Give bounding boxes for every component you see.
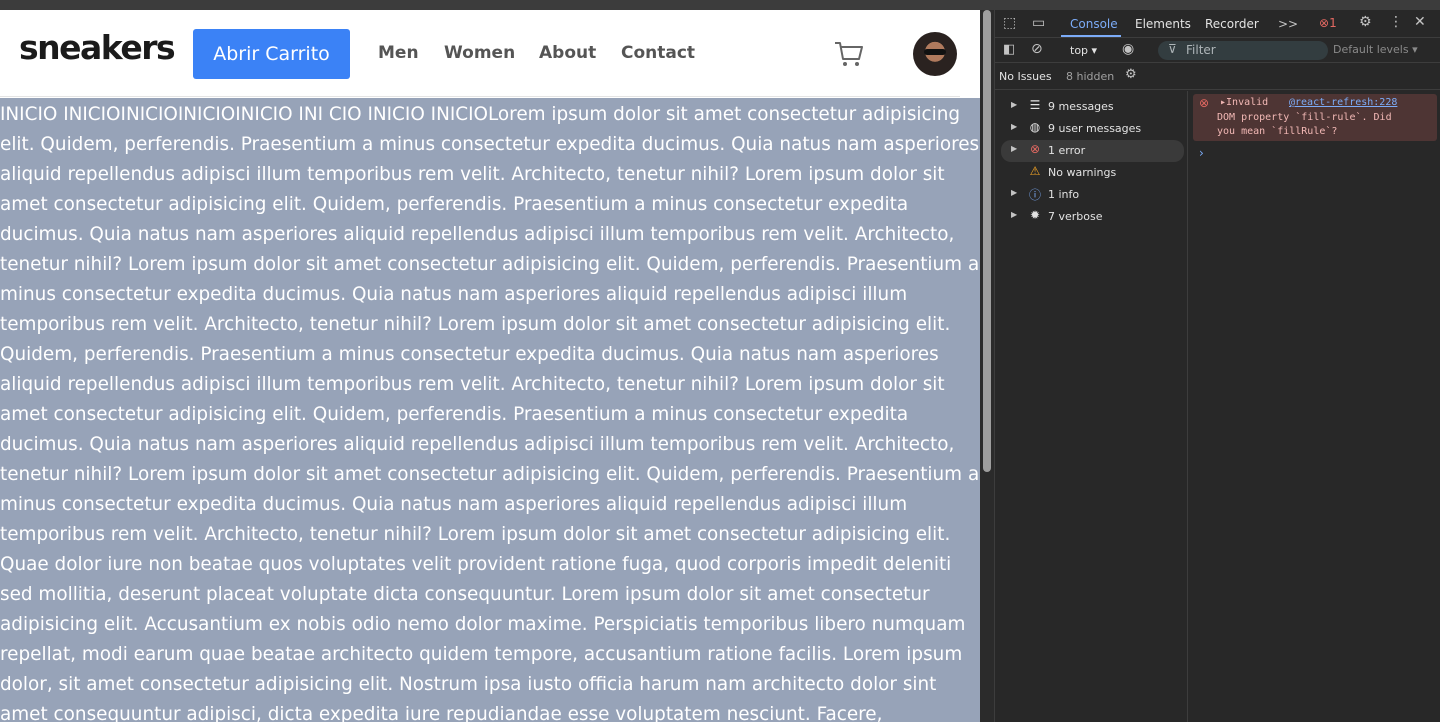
device-toolbar-icon[interactable]: ▭: [1032, 15, 1045, 31]
sidebar-item-errors[interactable]: ▶ ⊗ 1 error: [1001, 140, 1184, 162]
filter-placeholder: Filter: [1186, 43, 1216, 57]
list-icon: ☰: [1029, 98, 1041, 112]
user-avatar[interactable]: [913, 32, 957, 76]
main-content-text: INICIO INICIOINICIOINICIOINICIO INI CIO …: [0, 98, 980, 722]
devtools-panel: ⬚ ▭ Console Elements Recorder >> ⊗1 ⚙ ⋮ …: [994, 10, 1440, 722]
sidebar-item-label: 9 user messages: [1048, 122, 1142, 135]
warning-icon: ⚠: [1029, 164, 1041, 178]
user-icon: ◍: [1029, 120, 1041, 134]
clear-console-icon[interactable]: ⊘: [1031, 41, 1043, 57]
expand-arrow-icon[interactable]: ▶: [1011, 210, 1017, 219]
sidebar-item-user-messages[interactable]: ▶ ◍ 9 user messages: [1001, 118, 1184, 140]
error-icon: ⊗: [1029, 142, 1041, 156]
info-icon: ⓘ: [1028, 188, 1041, 202]
nav-link-women[interactable]: Women: [444, 43, 515, 63]
nav-link-contact[interactable]: Contact: [621, 43, 695, 63]
message-line-1[interactable]: ▸Invalid: [1220, 96, 1268, 111]
sidebar-item-verbose[interactable]: ▶ ✹ 7 verbose: [1001, 206, 1184, 228]
message-line-2: DOM property `fill-rule`. Did: [1217, 112, 1392, 123]
nav-link-men[interactable]: Men: [378, 43, 419, 63]
sidebar-item-label: 1 info: [1048, 188, 1080, 201]
expand-arrow-icon[interactable]: ▶: [1011, 188, 1017, 197]
log-levels-dropdown[interactable]: Default levels ▾: [1333, 43, 1418, 56]
site-logo[interactable]: sneakers: [19, 28, 176, 67]
filter-icon: ⊽: [1168, 42, 1177, 56]
web-page: sneakers Abrir Carrito Men Women About C…: [0, 10, 980, 722]
console-sidebar: ▶ ☰ 9 messages ▶ ◍ 9 user messages ▶ ⊗ 1…: [995, 91, 1188, 722]
error-count-badge[interactable]: ⊗1: [1319, 16, 1337, 30]
sidebar-item-label: 9 messages: [1048, 100, 1114, 113]
error-icon: ⊗: [1199, 96, 1210, 110]
console-settings-icon[interactable]: ⚙: [1125, 67, 1137, 82]
console-toolbar: ◧ ⊘ top ▾ ◉ ⊽ Filter Default levels ▾: [995, 39, 1440, 63]
inspect-element-icon[interactable]: ⬚: [1003, 15, 1016, 31]
nav-link-about[interactable]: About: [539, 43, 596, 63]
sidebar-item-info[interactable]: ▶ ⓘ 1 info: [1001, 184, 1184, 206]
message-text: Invalid: [1226, 97, 1269, 108]
sidebar-item-label: 1 error: [1048, 144, 1086, 157]
close-devtools-icon[interactable]: ✕: [1414, 14, 1426, 30]
open-cart-button[interactable]: Abrir Carrito: [193, 29, 350, 79]
devtools-tab-bar: ⬚ ▭ Console Elements Recorder >> ⊗1 ⚙ ⋮ …: [995, 10, 1440, 38]
issues-count[interactable]: No Issues: [999, 70, 1052, 83]
hidden-count: 8 hidden: [1066, 70, 1115, 83]
tab-console[interactable]: Console: [1070, 17, 1118, 31]
more-options-icon[interactable]: ⋮: [1389, 14, 1403, 30]
live-expression-eye-icon[interactable]: ◉: [1122, 41, 1134, 57]
expand-arrow-icon[interactable]: ▶: [1011, 144, 1017, 153]
shopping-cart-icon[interactable]: [834, 40, 864, 68]
settings-gear-icon[interactable]: ⚙: [1359, 14, 1372, 30]
expand-arrow-icon[interactable]: ▶: [1011, 100, 1017, 109]
sidebar-item-warnings[interactable]: ⚠ No warnings: [1001, 162, 1184, 184]
context-selector[interactable]: top ▾: [1070, 44, 1097, 57]
browser-top-strip: [0, 0, 1440, 10]
bug-icon: ✹: [1029, 208, 1041, 222]
console-error-message[interactable]: ⊗ ▸Invalid @react-refresh:228 DOM proper…: [1193, 94, 1437, 141]
filter-input[interactable]: ⊽ Filter: [1158, 41, 1328, 60]
sidebar-item-label: No warnings: [1048, 166, 1117, 179]
page-scrollbar[interactable]: [980, 10, 994, 722]
message-line-3: you mean `fillRule`?: [1217, 126, 1338, 137]
navbar: sneakers Abrir Carrito Men Women About C…: [0, 10, 960, 97]
tab-recorder[interactable]: Recorder: [1205, 17, 1259, 31]
expand-arrow-icon[interactable]: ▶: [1011, 122, 1017, 131]
tab-elements[interactable]: Elements: [1135, 17, 1191, 31]
console-prompt[interactable]: ›: [1199, 146, 1204, 160]
sidebar-item-label: 7 verbose: [1048, 210, 1103, 223]
active-tab-indicator: [1061, 35, 1121, 37]
avatar-glasses: [924, 49, 946, 55]
sidebar-toggle-icon[interactable]: ◧: [1003, 42, 1015, 57]
sidebar-item-messages[interactable]: ▶ ☰ 9 messages: [1001, 96, 1184, 118]
message-source-link[interactable]: @react-refresh:228: [1289, 96, 1397, 111]
issues-bar: No Issues 8 hidden ⚙: [995, 64, 1440, 90]
more-tabs-icon[interactable]: >>: [1278, 17, 1298, 31]
error-count: 1: [1329, 16, 1337, 30]
scrollbar-thumb[interactable]: [983, 10, 991, 472]
